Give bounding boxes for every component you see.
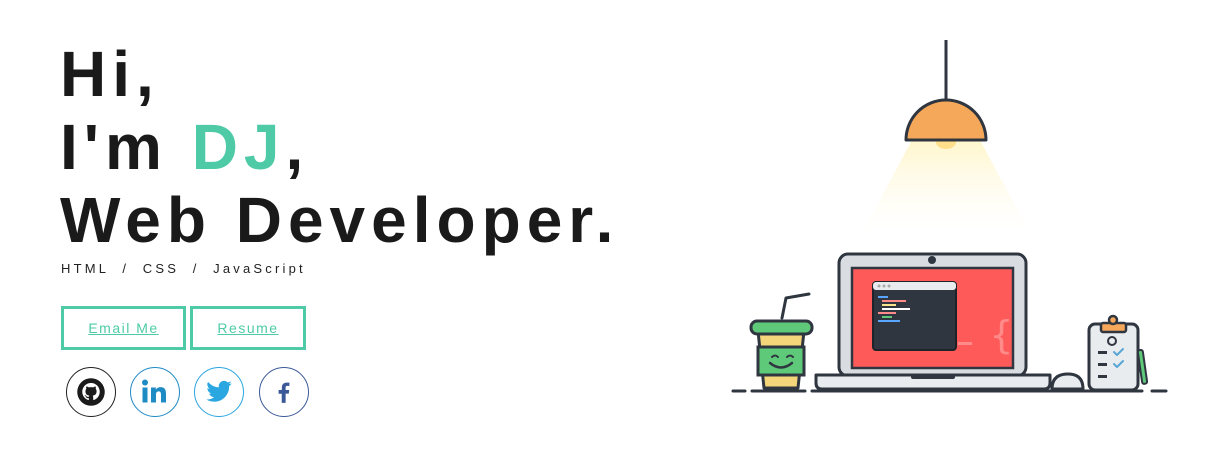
- headline: Hi, I'm DJ, Web Developer.: [60, 38, 700, 257]
- resume-button[interactable]: Resume: [190, 306, 306, 350]
- tech-stack: HTML / CSS / JavaScript: [61, 261, 306, 276]
- intro-prefix: I'm: [60, 111, 192, 183]
- intro-suffix: ,: [285, 111, 310, 183]
- email-button[interactable]: Email Me: [61, 306, 186, 350]
- facebook-icon: [278, 382, 290, 403]
- linkedin-link[interactable]: [130, 367, 180, 417]
- name-highlight: DJ: [191, 111, 286, 183]
- laptop-icon: {: [814, 252, 1052, 391]
- github-link[interactable]: [66, 367, 116, 417]
- intro-line: I'm DJ,: [60, 111, 700, 184]
- coffee-cup-icon: [749, 292, 814, 390]
- twitter-link[interactable]: [194, 367, 244, 417]
- facebook-link[interactable]: [259, 367, 309, 417]
- mouse-icon: [1050, 372, 1085, 391]
- hero-text: Hi, I'm DJ, Web Developer.: [60, 38, 700, 257]
- linkedin-icon: [142, 379, 166, 403]
- role-line: Web Developer.: [60, 184, 700, 257]
- greeting-text: Hi,: [60, 38, 160, 110]
- desk-illustration: {: [731, 40, 1168, 393]
- greeting-line: Hi,: [60, 38, 700, 111]
- lamp-icon: [864, 40, 1028, 230]
- twitter-icon: [206, 380, 232, 402]
- svg-text:{: {: [990, 313, 1013, 357]
- github-icon: [77, 378, 105, 406]
- role-text: Web Developer.: [60, 184, 620, 256]
- clipboard-icon: [1087, 314, 1149, 392]
